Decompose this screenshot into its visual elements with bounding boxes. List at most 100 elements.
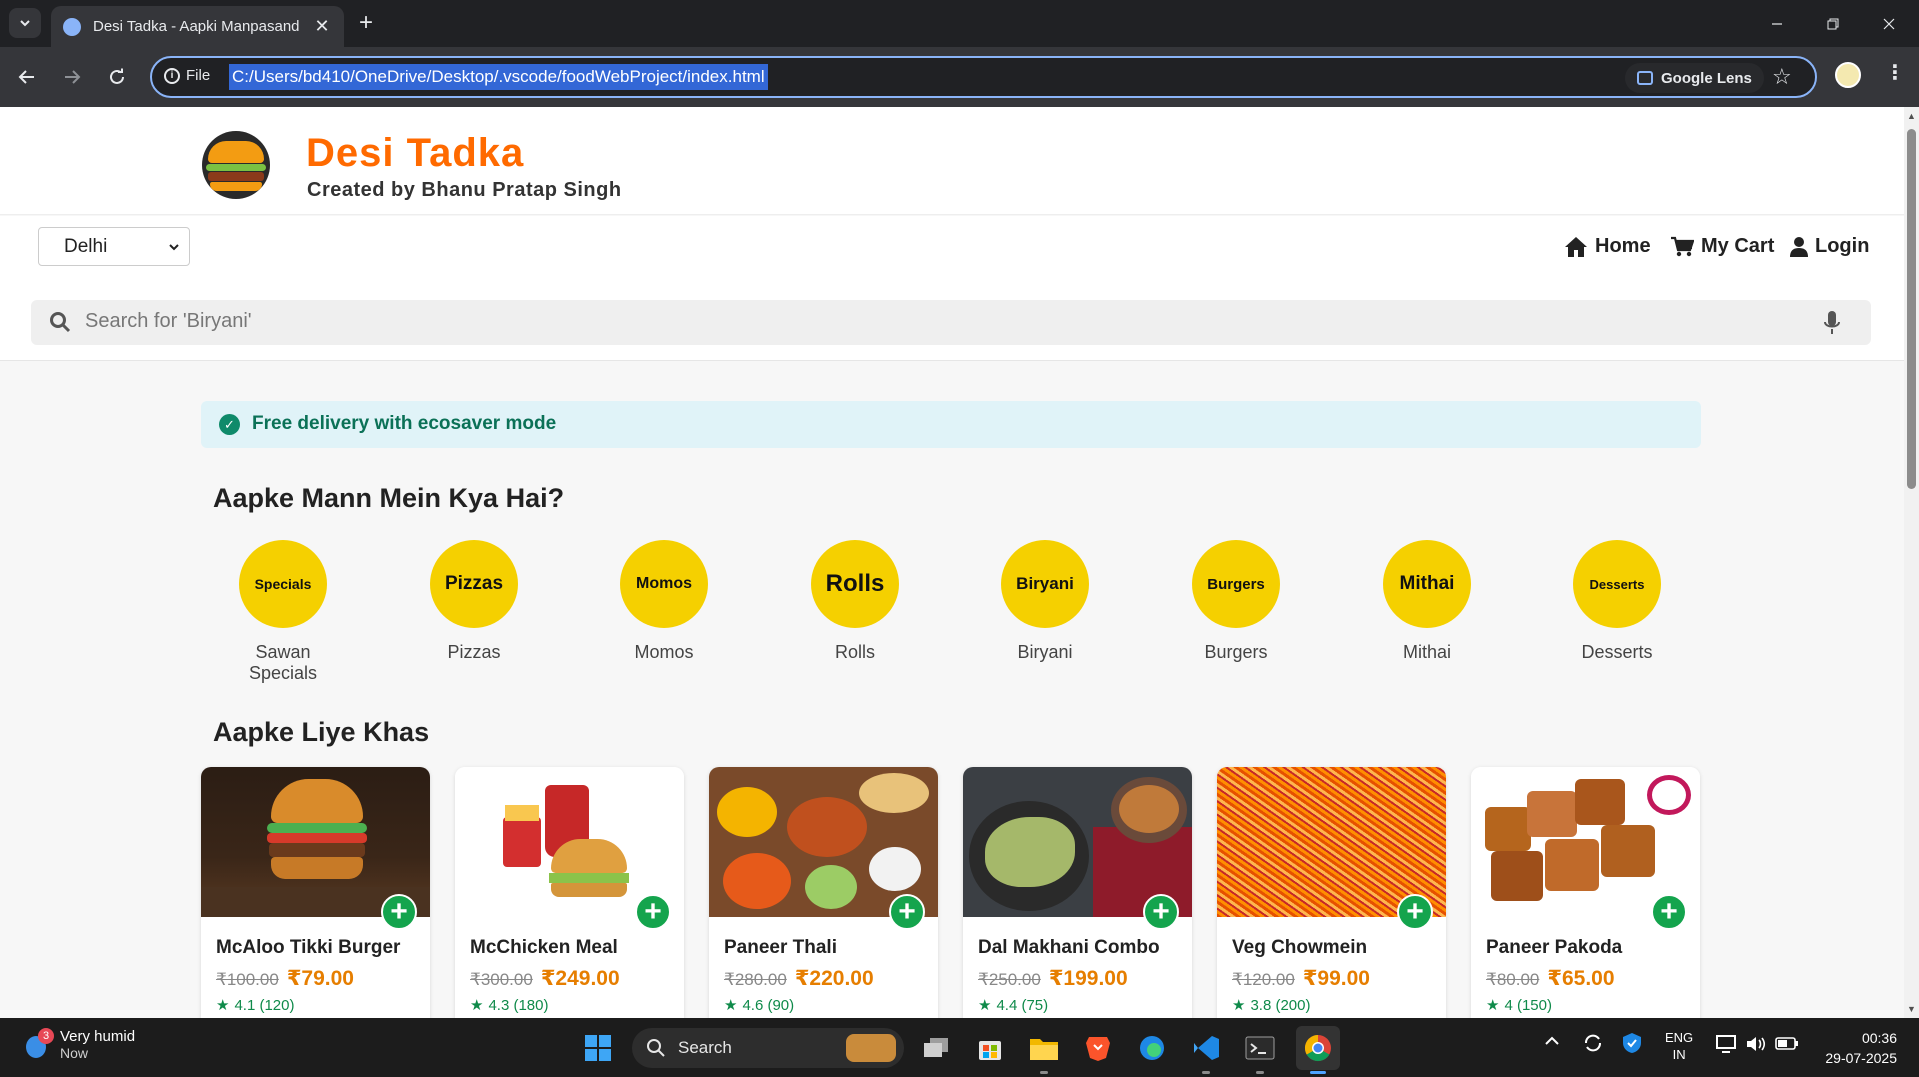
taskbar-search[interactable]: Search xyxy=(632,1028,904,1068)
city-select[interactable]: Delhi xyxy=(38,227,190,266)
item-name: McChicken Meal xyxy=(470,937,618,958)
item-name: Paneer Thali xyxy=(724,937,837,958)
scroll-up-icon[interactable]: ▲ xyxy=(1906,111,1917,121)
category-mithai[interactable]: Mithai Mithai xyxy=(1357,540,1497,663)
vscode-icon[interactable] xyxy=(1188,1030,1224,1066)
category-desserts[interactable]: Desserts Desserts xyxy=(1547,540,1687,663)
add-to-cart-button[interactable]: + xyxy=(1651,894,1687,930)
food-card[interactable]: + Paneer Pakoda ₹80.00 ₹65.00 ★ 4 (150) xyxy=(1471,767,1700,1018)
search-icon xyxy=(647,1039,665,1057)
back-button[interactable] xyxy=(10,60,44,94)
nav-login-link[interactable]: Login xyxy=(1790,235,1869,258)
category-pizzas[interactable]: Pizzas Pizzas xyxy=(404,540,544,663)
system-clock[interactable]: 00:36 29-07-2025 xyxy=(1817,1028,1897,1068)
forward-button[interactable] xyxy=(55,60,89,94)
browser-tab-active[interactable]: Desi Tadka - Aapki Manpasand ✕ xyxy=(51,6,344,47)
arrow-right-icon xyxy=(65,70,81,84)
category-circle: Desserts xyxy=(1573,540,1661,628)
category-biryani[interactable]: Biryani Biryani xyxy=(975,540,1115,663)
nav-home-label: Home xyxy=(1595,235,1651,257)
item-price: ₹65.00 xyxy=(1547,967,1615,990)
category-momos[interactable]: Momos Momos xyxy=(594,540,734,663)
weather-title: Very humid xyxy=(60,1028,136,1045)
category-circle: Mithai xyxy=(1383,540,1471,628)
star-icon: ★ xyxy=(1486,997,1500,1014)
category-label: Mithai xyxy=(1402,642,1451,662)
reload-button[interactable] xyxy=(100,60,134,94)
item-rating: ★ 4.3 (180) xyxy=(470,996,549,1015)
food-card[interactable]: + Veg Chowmein ₹120.00 ₹99.00 ★ 3.8 (200… xyxy=(1217,767,1446,1018)
brand-subtitle: Created by Bhanu Pratap Singh xyxy=(307,179,622,201)
google-lens-button[interactable]: Google Lens xyxy=(1625,63,1764,93)
nav-cart-link[interactable]: My Cart xyxy=(1670,235,1774,258)
site-info-button[interactable]: i File xyxy=(164,67,210,84)
specials-title: Aapke Liye Khas xyxy=(213,717,430,747)
food-card[interactable]: + Paneer Thali ₹280.00 ₹220.00 ★ 4.6 (90… xyxy=(709,767,938,1018)
add-to-cart-button[interactable]: + xyxy=(1397,894,1433,930)
profile-avatar[interactable] xyxy=(1835,62,1861,88)
food-card[interactable]: + Dal Makhani Combo ₹250.00 ₹199.00 ★ 4.… xyxy=(963,767,1192,1018)
nav-login-label: Login xyxy=(1815,235,1870,257)
file-explorer-icon[interactable] xyxy=(1026,1030,1062,1066)
category-circle: Biryani xyxy=(1001,540,1089,628)
item-prices: ₹300.00 ₹249.00 xyxy=(470,966,620,991)
chevron-down-icon xyxy=(169,244,179,251)
new-tab-button[interactable]: + xyxy=(353,9,379,36)
weather-time: Now xyxy=(60,1045,89,1061)
weather-widget[interactable]: 3 Very humid Now xyxy=(24,1027,136,1061)
terminal-icon[interactable] xyxy=(1242,1030,1278,1066)
add-to-cart-button[interactable]: + xyxy=(381,894,417,930)
address-bar[interactable]: i File C:/Users/bd410/OneDrive/Desktop/.… xyxy=(150,56,1817,98)
menu-kebab-icon[interactable]: ⋮ xyxy=(1885,60,1905,85)
food-card[interactable]: + McChicken Meal ₹300.00 ₹249.00 ★ 4.3 (… xyxy=(455,767,684,1018)
category-specials[interactable]: Specials Sawan Specials xyxy=(213,540,353,684)
page-scrollbar[interactable]: ▲ ▼ xyxy=(1904,107,1919,1018)
browser-toolbar: i File C:/Users/bd410/OneDrive/Desktop/.… xyxy=(0,47,1919,107)
scheme-label: File xyxy=(186,67,211,84)
nav-home-link[interactable]: Home xyxy=(1564,235,1651,258)
search-input[interactable]: Search for 'Biryani' xyxy=(31,300,1871,345)
category-label: Desserts xyxy=(1581,642,1653,662)
close-window-icon[interactable] xyxy=(1862,0,1916,47)
minimize-icon[interactable] xyxy=(1750,0,1804,47)
network-icon[interactable] xyxy=(1716,1034,1738,1057)
language-indicator[interactable]: ENG IN xyxy=(1665,1029,1693,1063)
category-burgers[interactable]: Burgers Burgers xyxy=(1166,540,1306,663)
add-to-cart-button[interactable]: + xyxy=(635,894,671,930)
running-indicator xyxy=(1040,1071,1048,1074)
sync-icon[interactable] xyxy=(1582,1032,1604,1057)
scrollbar-thumb[interactable] xyxy=(1907,129,1916,489)
brave-browser-icon[interactable] xyxy=(1080,1030,1116,1066)
microphone-icon[interactable] xyxy=(1823,310,1841,336)
url-text[interactable]: C:/Users/bd410/OneDrive/Desktop/.vscode/… xyxy=(229,64,768,90)
category-rolls[interactable]: Rolls Rolls xyxy=(785,540,925,663)
task-view-icon[interactable] xyxy=(918,1030,954,1066)
chrome-icon[interactable] xyxy=(1296,1026,1340,1070)
windows-start-icon[interactable] xyxy=(580,1030,616,1066)
item-old-price: ₹120.00 xyxy=(1232,970,1295,989)
chevron-up-icon[interactable] xyxy=(1544,1034,1560,1051)
item-price: ₹249.00 xyxy=(540,967,620,990)
edge-browser-icon[interactable] xyxy=(1134,1030,1170,1066)
add-to-cart-button[interactable]: + xyxy=(1143,894,1179,930)
item-rating: ★ 4.1 (120) xyxy=(216,996,295,1015)
scroll-down-icon[interactable]: ▼ xyxy=(1906,1004,1917,1014)
category-label: Rolls xyxy=(834,642,875,662)
restore-icon[interactable] xyxy=(1806,0,1860,47)
item-rating: ★ 4.6 (90) xyxy=(724,996,794,1015)
star-icon: ★ xyxy=(216,997,230,1014)
burger-logo xyxy=(202,131,270,199)
search-highlight-image xyxy=(846,1034,896,1062)
close-tab-icon[interactable]: ✕ xyxy=(312,16,332,37)
food-card[interactable]: + McAloo Tikki Burger ₹100.00 ₹79.00 ★ 4… xyxy=(201,767,430,1018)
volume-icon[interactable] xyxy=(1745,1034,1767,1057)
check-circle-icon: ✓ xyxy=(219,414,240,435)
item-name: Dal Makhani Combo xyxy=(978,937,1160,958)
add-to-cart-button[interactable]: + xyxy=(889,894,925,930)
security-shield-icon[interactable] xyxy=(1622,1032,1642,1057)
microsoft-store-icon[interactable] xyxy=(972,1030,1008,1066)
battery-icon[interactable] xyxy=(1775,1036,1799,1055)
tab-search-button[interactable] xyxy=(9,8,41,38)
bookmark-star-icon[interactable]: ☆ xyxy=(1772,64,1792,90)
nav-cart-label: My Cart xyxy=(1701,235,1775,257)
